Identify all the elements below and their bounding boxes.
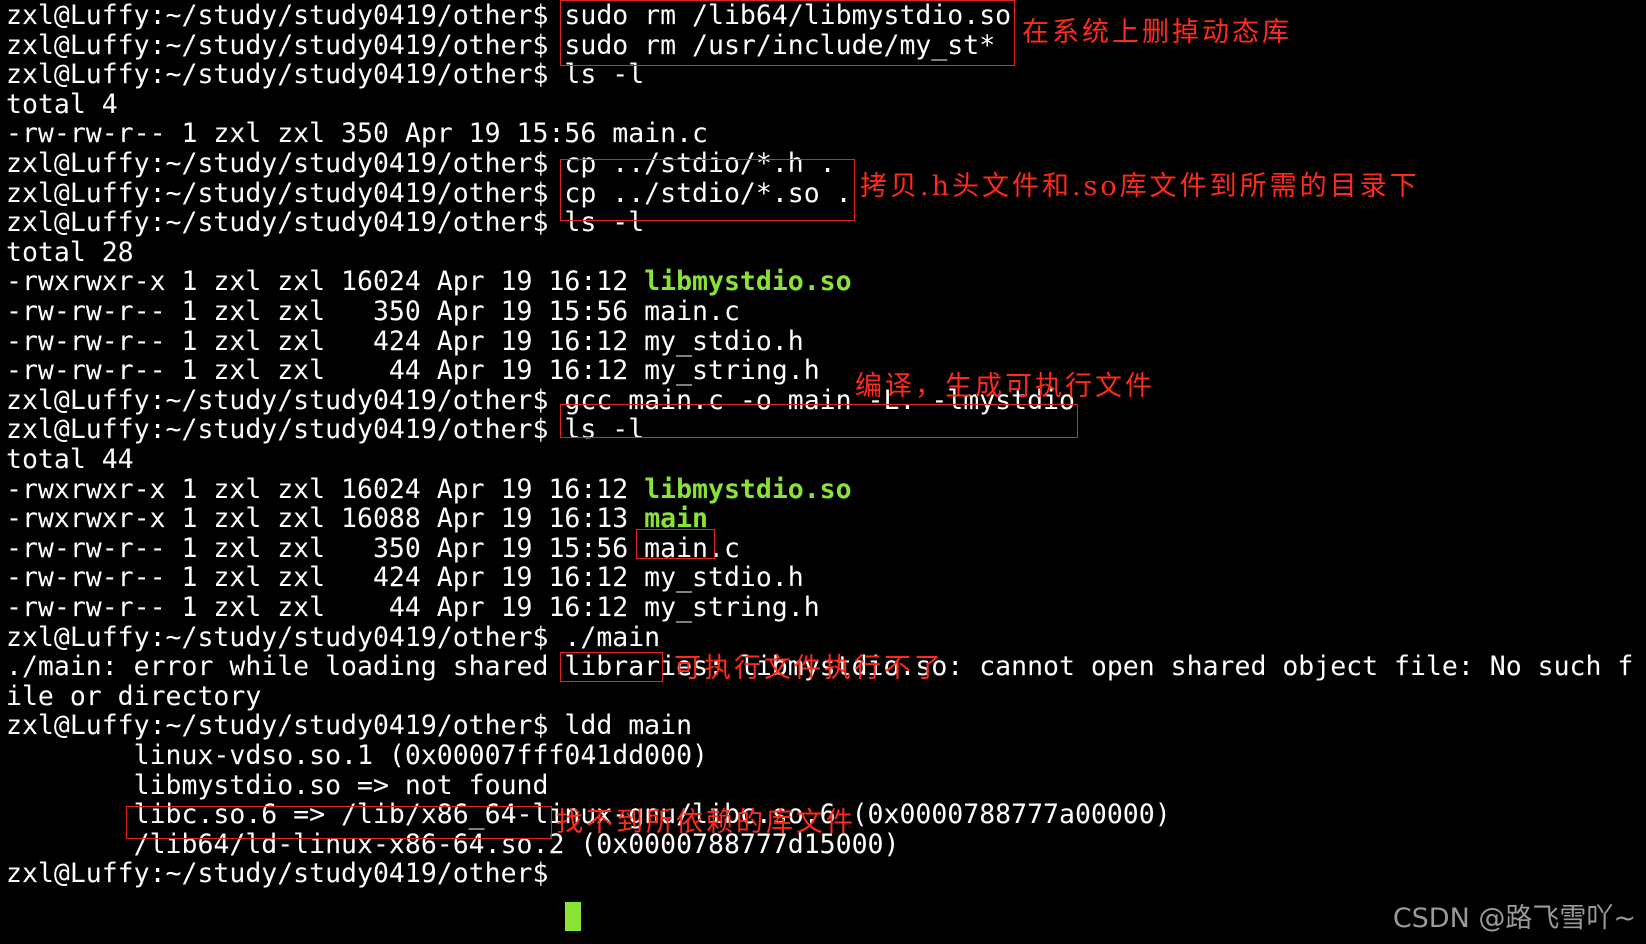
file-entry: -rwxrwxr-x 1 zxl zxl 16024 Apr 19 16:12 [6, 266, 645, 298]
output-line: -rw-rw-r-- 1 zxl zxl 350 Apr 19 15:56 ma… [6, 118, 708, 150]
highlight-box-not-found [126, 806, 552, 839]
executable-filename: libmystdio.so [644, 266, 852, 298]
output-line: total 4 [6, 88, 118, 120]
output-line: linux-vdso.so.1 (0x00007fff041dd000) [6, 740, 708, 771]
highlight-box-main [636, 529, 715, 559]
shell-prompt: zxl@Luffy:~/study/study0419/other$ [6, 858, 565, 890]
annotation-compile: 编译，生成可执行文件 [855, 371, 1155, 402]
output-line: -rw-rw-r-- 1 zxl zxl 350 Apr 19 15:56 ma… [6, 296, 740, 327]
output-line: -rw-rw-r-- 1 zxl zxl 44 Apr 19 16:12 my_… [6, 592, 820, 623]
file-entry: -rwxrwxr-x 1 zxl zxl 16088 Apr 19 16:13 [6, 503, 645, 535]
shell-prompt: zxl@Luffy:~/study/study0419/other$ [6, 384, 565, 416]
shell-prompt: zxl@Luffy:~/study/study0419/other$ [6, 207, 565, 239]
terminal-line: zxl@Luffy:~/study/study0419/other$ ls -l [6, 414, 644, 445]
terminal-line: zxl@Luffy:~/study/study0419/other$ ./mai… [6, 622, 660, 653]
annotation-cannot-run: 可执行文件执行不了 [674, 653, 944, 684]
terminal-line: zxl@Luffy:~/study/study0419/other$ ls -l [6, 207, 644, 238]
executable-filename: libmystdio.so [644, 473, 852, 505]
terminal-line: zxl@Luffy:~/study/study0419/other$ ldd m… [6, 710, 692, 741]
annotation-delete-lib: 在系统上删掉动态库 [1022, 17, 1292, 48]
highlight-box-compile [560, 404, 1078, 438]
terminal-window[interactable]: zxl@Luffy:~/study/study0419/other$ sudo … [0, 0, 1646, 944]
watermark: CSDN @路飞雪吖~ [1392, 903, 1636, 934]
command-text: ./main [564, 621, 661, 653]
output-line: -rwxrwxr-x 1 zxl zxl 16024 Apr 19 16:12 … [6, 474, 852, 505]
output-line: -rw-rw-r-- 1 zxl zxl 350 Apr 19 15:56 ma… [6, 532, 740, 564]
output-line: total 28 [6, 236, 134, 268]
terminal-line: zxl@Luffy:~/study/study0419/other$ ls -l [6, 59, 644, 90]
output-line: -rw-rw-r-- 1 zxl zxl 424 Apr 19 16:12 my… [6, 325, 804, 357]
output-line: -rw-rw-r-- 1 zxl zxl 424 Apr 19 16:12 my… [6, 562, 804, 594]
terminal-cursor [565, 902, 581, 931]
shell-prompt: zxl@Luffy:~/study/study0419/other$ [6, 148, 565, 179]
shell-prompt: zxl@Luffy:~/study/study0419/other$ [6, 59, 565, 91]
shell-prompt: zxl@Luffy:~/study/study0419/other$ [6, 414, 565, 446]
shell-prompt: zxl@Luffy:~/study/study0419/other$ [6, 0, 565, 31]
shell-prompt: zxl@Luffy:~/study/study0419/other$ [6, 29, 565, 61]
output-line: libmystdio.so => not found [6, 769, 549, 801]
error-line: ile or directory [6, 680, 262, 712]
highlight-box-copy [560, 159, 855, 221]
highlight-box-delete [560, 0, 1015, 66]
output-line: -rwxrwxr-x 1 zxl zxl 16088 Apr 19 16:13 … [6, 503, 708, 534]
output-line: -rw-rw-r-- 1 zxl zxl 44 Apr 19 16:12 my_… [6, 355, 820, 387]
annotation-copy-files: 拷贝.h头文件和.so库文件到所需的目录下 [860, 171, 1420, 202]
highlight-box-run [560, 652, 663, 682]
output-line: total 44 [6, 444, 134, 475]
file-entry: -rwxrwxr-x 1 zxl zxl 16024 Apr 19 16:12 [6, 473, 645, 505]
terminal-line: zxl@Luffy:~/study/study0419/other$ [6, 858, 564, 889]
output-line: -rwxrwxr-x 1 zxl zxl 16024 Apr 19 16:12 … [6, 266, 852, 297]
shell-prompt: zxl@Luffy:~/study/study0419/other$ [6, 710, 565, 742]
command-text: ldd main [564, 710, 693, 742]
annotation-not-found: 找不到所依赖的库文件 [556, 807, 856, 838]
shell-prompt: zxl@Luffy:~/study/study0419/other$ [6, 621, 565, 653]
shell-prompt: zxl@Luffy:~/study/study0419/other$ [6, 177, 565, 209]
